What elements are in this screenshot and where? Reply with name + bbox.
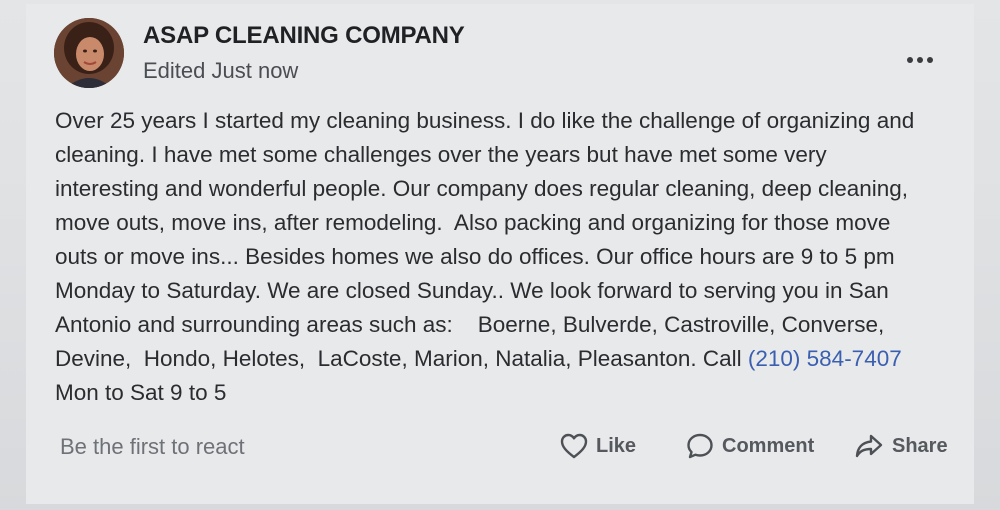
share-label: Share — [892, 434, 948, 457]
post-text-fragment: Devine, Hondo, Helotes, LaCoste, Marion,… — [55, 346, 748, 371]
post-edited-timestamp[interactable]: Edited Just now — [143, 58, 298, 84]
comment-label: Comment — [722, 434, 815, 457]
avatar[interactable] — [54, 18, 124, 88]
like-button[interactable]: Like — [560, 428, 636, 464]
like-label: Like — [596, 434, 637, 457]
post-text: Over 25 years I started my cleaning busi… — [55, 104, 965, 410]
comment-button[interactable]: Comment — [686, 428, 814, 464]
post-text-line: Antonio and surrounding areas such as: B… — [55, 312, 885, 337]
screen: ASAP CLEANING COMPANY Edited Just now Ov… — [0, 0, 1000, 510]
comment-bubble-icon — [687, 433, 713, 459]
phone-link[interactable]: (210) 584-7407 — [748, 346, 902, 371]
post-text-line: move outs, move ins, after remodeling. A… — [55, 210, 891, 235]
post-text-line: cleaning. I have met some challenges ove… — [55, 142, 827, 167]
dot — [917, 57, 923, 63]
share-arrow-icon — [855, 434, 883, 458]
more-options-icon[interactable] — [900, 48, 940, 72]
heart-icon — [560, 433, 588, 459]
reaction-prompt: Be the first to react — [60, 434, 245, 459]
dot — [907, 57, 913, 63]
post-text-line: interesting and wonderful people. Our co… — [55, 176, 909, 201]
dot — [927, 57, 933, 63]
post-text-line: Monday to Saturday. We are closed Sunday… — [55, 278, 889, 303]
post-text-line: outs or move ins... Besides homes we als… — [55, 244, 895, 269]
post-text-line: Mon to Sat 9 to 5 — [55, 380, 227, 405]
share-button[interactable]: Share — [854, 428, 948, 464]
page-name[interactable]: ASAP CLEANING COMPANY — [143, 22, 465, 50]
post-text-line-with-phone: Devine, Hondo, Helotes, LaCoste, Marion,… — [55, 342, 965, 376]
avatar-image — [54, 18, 124, 88]
post-text-line: Over 25 years I started my cleaning busi… — [55, 108, 915, 133]
